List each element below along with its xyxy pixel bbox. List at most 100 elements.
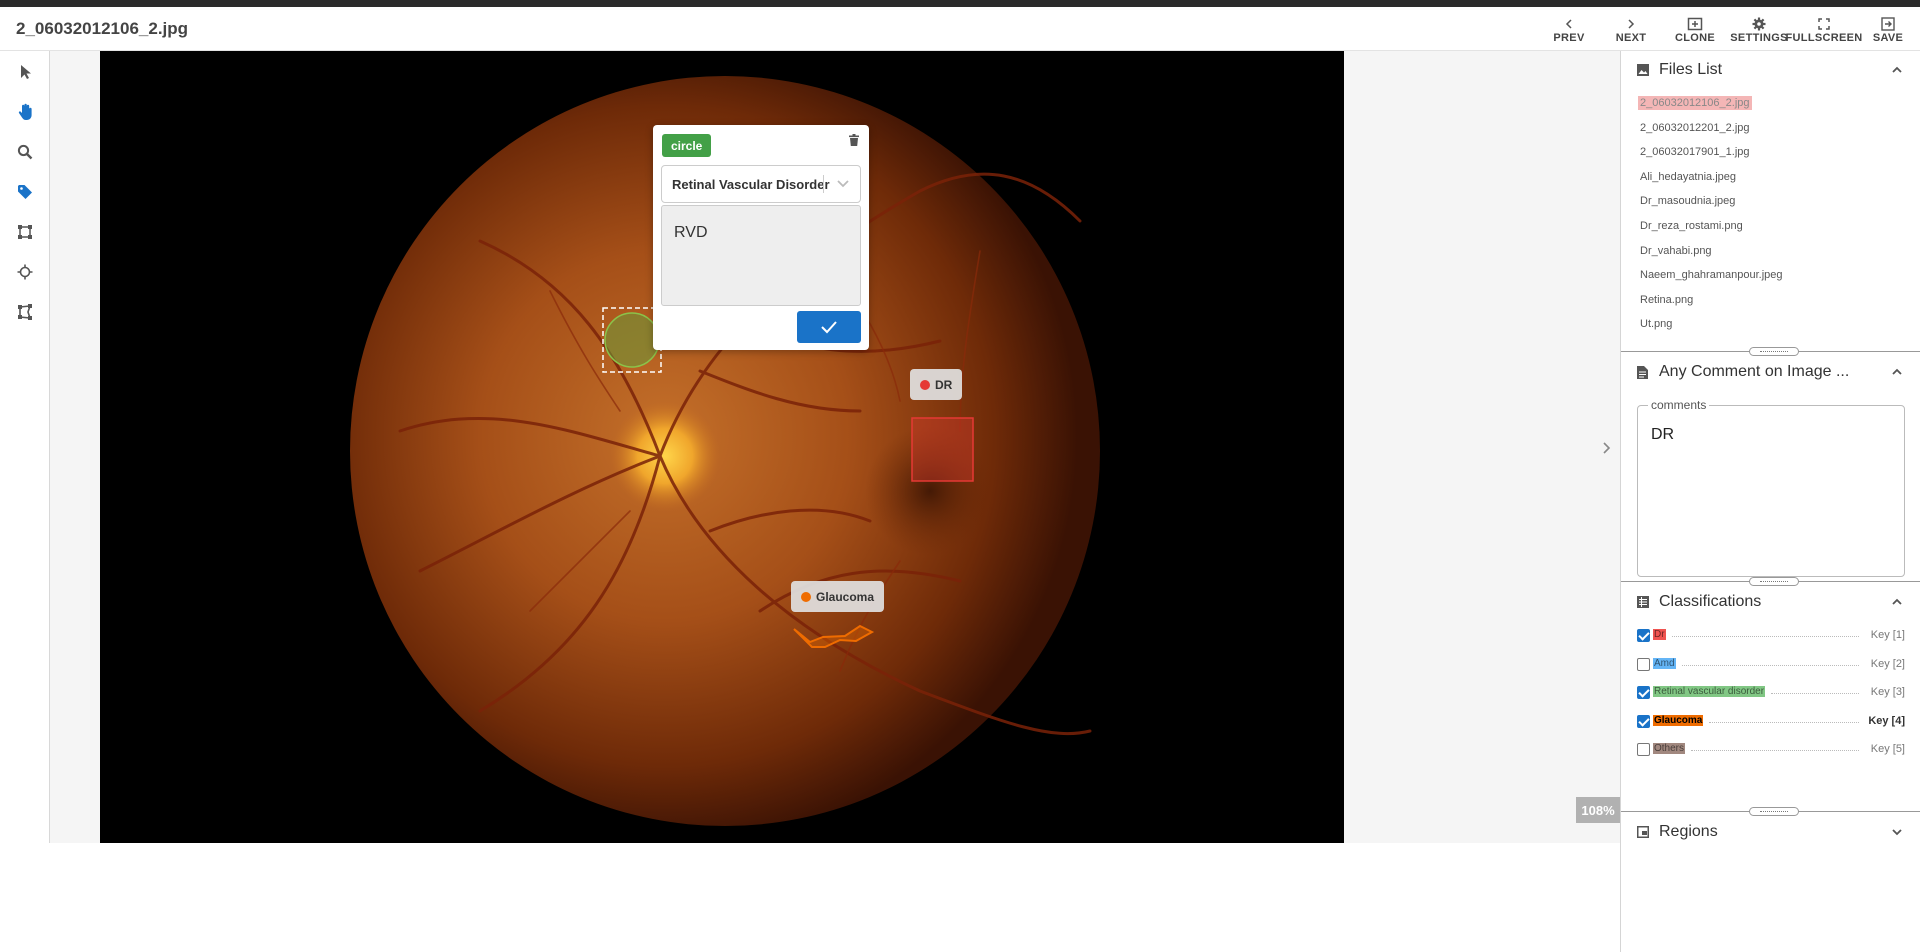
classification-leader-dots xyxy=(1709,721,1859,723)
next-button[interactable]: NEXT xyxy=(1614,16,1648,50)
fundus-image-frame[interactable]: DR Glaucoma circle Retinal Vascular Diso… xyxy=(100,51,1344,843)
fullscreen-icon xyxy=(1818,16,1830,31)
chevron-up-icon[interactable] xyxy=(1891,366,1903,378)
file-list-item[interactable]: 2_06032017901_1.jpg xyxy=(1638,145,1752,159)
classification-leader-dots xyxy=(1691,750,1859,751)
expand-panel-arrow[interactable] xyxy=(1596,423,1618,473)
settings-button[interactable]: SETTINGS xyxy=(1730,16,1788,50)
classification-hotkey: Key [3] xyxy=(1870,686,1905,698)
prev-label: PREV xyxy=(1553,32,1585,44)
classification-leader-dots xyxy=(1672,636,1859,637)
trash-icon xyxy=(849,134,859,146)
check-icon xyxy=(821,321,837,334)
classification-hotkey: Key [5] xyxy=(1870,743,1905,755)
polygon-icon xyxy=(18,304,32,320)
classifications-title: Classifications xyxy=(1659,593,1762,610)
delete-region-button[interactable] xyxy=(849,133,859,151)
classification-checkbox[interactable] xyxy=(1637,629,1650,642)
dr-region-tag[interactable]: DR xyxy=(910,369,963,400)
chevron-left-icon xyxy=(1564,16,1574,31)
bounding-box-icon xyxy=(18,225,32,239)
magnifier-icon xyxy=(17,144,33,160)
dr-box-region[interactable] xyxy=(911,417,974,482)
classification-hotkey: Key [1] xyxy=(1870,629,1905,641)
classification-name: Amd xyxy=(1653,657,1676,669)
confirm-region-button[interactable] xyxy=(797,311,861,343)
circle-region[interactable] xyxy=(604,312,660,368)
region-editor-popup: circle Retinal Vascular Disorder xyxy=(653,125,869,350)
comments-field[interactable]: comments DR xyxy=(1637,398,1905,577)
shape-type-chip: circle xyxy=(662,134,712,157)
classification-value: Retinal Vascular Disorder xyxy=(672,176,830,192)
classification-row[interactable]: Retinal vascular disorder Key [3] xyxy=(1637,684,1905,702)
classification-checkbox[interactable] xyxy=(1637,714,1650,728)
classification-checkbox[interactable] xyxy=(1637,686,1650,699)
dr-color-dot xyxy=(920,379,930,390)
clone-button[interactable]: CLONE xyxy=(1674,16,1716,50)
file-list-item[interactable]: 2_06032012201_2.jpg xyxy=(1638,121,1752,135)
classification-row[interactable]: Amd Key [2] xyxy=(1637,656,1905,674)
box-tool-button[interactable] xyxy=(14,221,36,243)
classification-hotkey: Key [4] xyxy=(1868,714,1905,727)
tag-tool-button[interactable] xyxy=(14,181,36,203)
classification-name: Retinal vascular disorder xyxy=(1653,686,1766,697)
pan-tool-button[interactable] xyxy=(14,101,36,123)
tool-sidebar xyxy=(0,51,50,843)
save-button[interactable]: SAVE xyxy=(1870,16,1906,50)
comments-value: DR xyxy=(1651,426,1675,443)
settings-label: SETTINGS xyxy=(1730,32,1788,44)
window-top-strip xyxy=(0,0,1920,7)
glaucoma-color-dot xyxy=(801,591,811,602)
file-list-item[interactable]: Dr_masoudnia.jpeg xyxy=(1638,194,1737,208)
classification-hotkey: Key [2] xyxy=(1870,657,1905,670)
classification-checkbox[interactable] xyxy=(1637,743,1650,756)
chevron-right-icon xyxy=(1626,16,1636,31)
clone-icon xyxy=(1687,16,1703,31)
select-tool-button[interactable] xyxy=(14,61,36,83)
region-comment-input[interactable] xyxy=(661,205,861,306)
polygon-tool-button[interactable] xyxy=(14,301,36,323)
dr-region-label: DR xyxy=(935,377,953,392)
classification-name: Glaucoma xyxy=(1653,714,1704,726)
file-list-item[interactable]: Dr_vahabi.png xyxy=(1638,244,1714,258)
glaucoma-region-tag[interactable]: Glaucoma xyxy=(791,581,885,612)
file-list-item[interactable]: Naeem_ghahramanpour.jpeg xyxy=(1638,268,1785,282)
zoom-tool-button[interactable] xyxy=(14,141,36,163)
fullscreen-button[interactable]: FULLSCREEN xyxy=(1786,16,1862,50)
file-list-item[interactable]: Ut.png xyxy=(1638,317,1674,331)
chevron-down-icon[interactable] xyxy=(1891,826,1903,838)
classification-row[interactable]: Glaucoma Key [4] xyxy=(1637,713,1905,731)
comments-legend: comments xyxy=(1648,398,1710,412)
file-list-item[interactable]: Retina.png xyxy=(1638,293,1695,307)
file-list-item[interactable]: Ali_hedayatnia.jpeg xyxy=(1638,170,1738,184)
comments-panel-header[interactable]: Any Comment on Image ... xyxy=(1621,353,1920,391)
fullscreen-label: FULLSCREEN xyxy=(1785,32,1863,44)
classification-leader-dots xyxy=(1771,693,1859,694)
classification-row[interactable]: Others Key [5] xyxy=(1637,741,1905,759)
chevron-up-icon[interactable] xyxy=(1891,64,1903,76)
select-separator xyxy=(823,175,824,193)
chevron-down-icon xyxy=(837,180,849,188)
classification-row[interactable]: Dr Key [1] xyxy=(1637,627,1905,645)
annotation-canvas[interactable]: DR Glaucoma circle Retinal Vascular Diso… xyxy=(50,51,1620,843)
cursor-icon xyxy=(21,65,31,79)
prev-button[interactable]: PREV xyxy=(1552,16,1586,50)
classification-name: Dr xyxy=(1653,629,1666,640)
classifications-header[interactable]: Classifications xyxy=(1621,583,1920,621)
classification-select[interactable]: Retinal Vascular Disorder xyxy=(661,165,861,203)
point-tool-button[interactable] xyxy=(14,261,36,283)
gear-icon xyxy=(1752,16,1766,31)
file-list-item[interactable]: 2_06032012106_2.jpg xyxy=(1638,96,1752,110)
classification-checkbox[interactable] xyxy=(1637,657,1650,671)
chevron-up-icon[interactable] xyxy=(1891,596,1903,608)
regions-header[interactable]: Regions xyxy=(1621,813,1920,851)
comments-panel-title: Any Comment on Image ... xyxy=(1659,363,1850,380)
file-list-item[interactable]: Dr_reza_rostami.png xyxy=(1638,219,1745,233)
next-label: NEXT xyxy=(1615,32,1647,44)
image-icon xyxy=(1637,64,1649,76)
hand-icon xyxy=(18,103,32,120)
regions-icon xyxy=(1637,826,1649,838)
chevron-right-icon xyxy=(1603,442,1611,454)
list-icon xyxy=(1637,596,1649,608)
files-list-header[interactable]: Files List xyxy=(1621,51,1920,89)
